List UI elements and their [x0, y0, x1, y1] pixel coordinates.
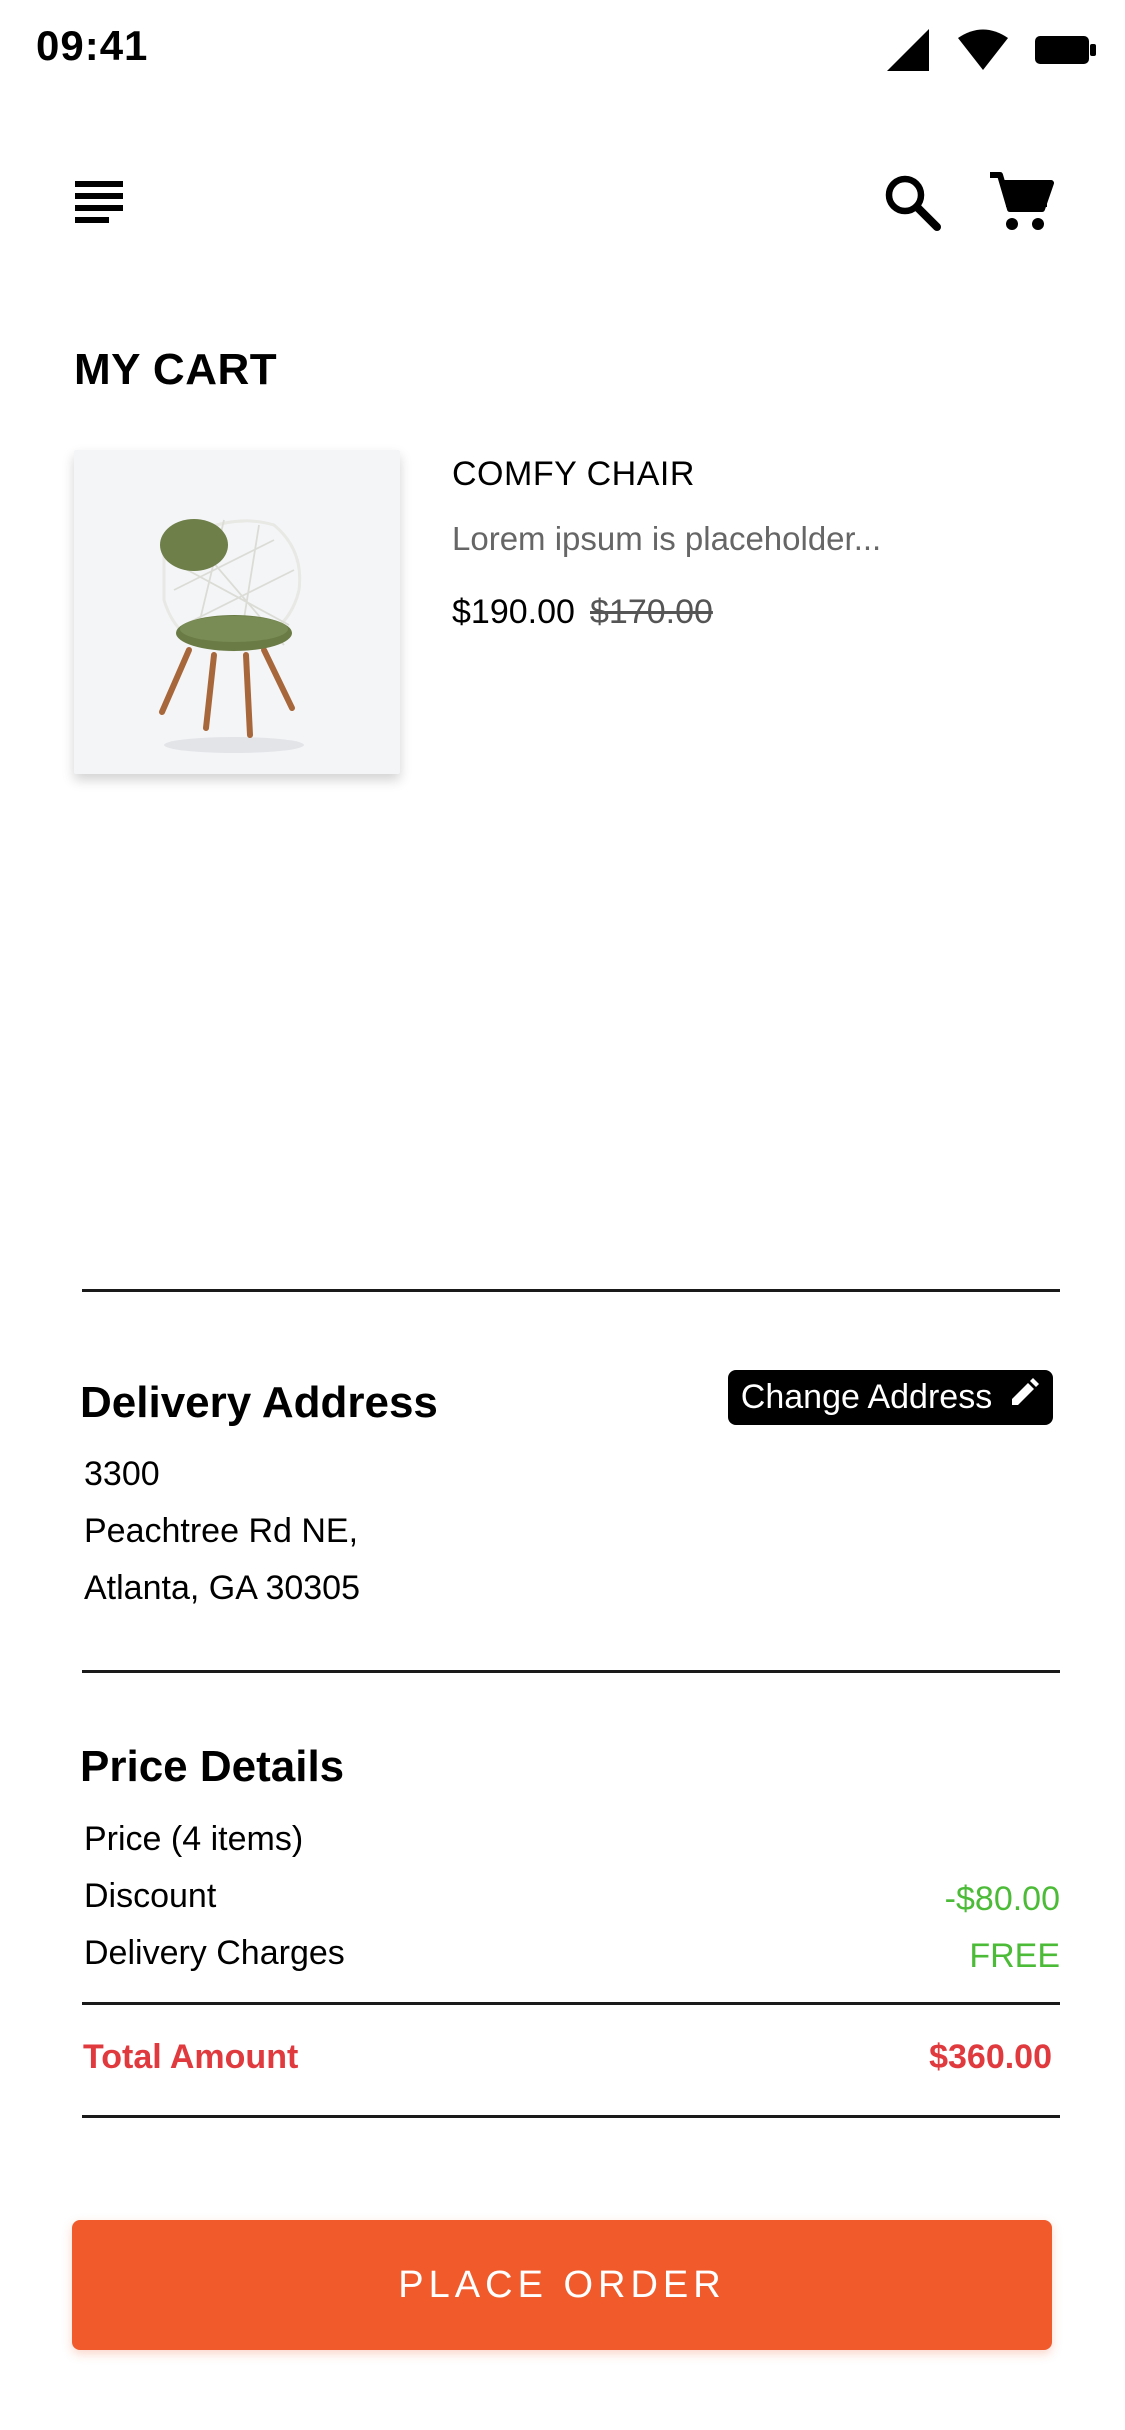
chair-image	[159, 519, 304, 753]
discount-value: -$80.00	[944, 1880, 1060, 1918]
product-price: $190.00	[452, 593, 575, 631]
status-time: 09:41	[36, 22, 149, 69]
change-address-button[interactable]: Change Address	[728, 1370, 1053, 1425]
delivery-charges-value: FREE	[969, 1937, 1060, 1975]
product-description: Lorem ipsum is placeholder...	[452, 520, 882, 557]
wifi-icon	[957, 29, 1009, 76]
signal-icon	[885, 27, 931, 78]
status-icons	[885, 26, 1097, 78]
product-name[interactable]: COMFY CHAIR	[452, 455, 695, 494]
product-image[interactable]	[74, 450, 400, 774]
battery-icon	[1035, 35, 1097, 70]
change-address-label: Change Address	[740, 1378, 993, 1416]
cart-icon[interactable]	[985, 166, 1057, 238]
total-amount-label: Total Amount	[83, 2038, 299, 2076]
page-title: MY CART	[74, 345, 278, 394]
address-line-1: 3300	[84, 1455, 160, 1493]
delivery-address-title: Delivery Address	[80, 1378, 438, 1427]
address-line-2: Peachtree Rd NE,	[84, 1512, 359, 1550]
divider	[82, 2115, 1060, 2118]
place-order-button[interactable]: PLACE ORDER	[72, 2220, 1052, 2350]
divider	[82, 1289, 1060, 1292]
total-amount-value: $360.00	[929, 2038, 1052, 2076]
divider	[82, 1670, 1060, 1673]
price-details-title: Price Details	[80, 1742, 345, 1791]
address-line-3: Atlanta, GA 30305	[84, 1569, 360, 1607]
edit-icon	[1008, 1377, 1040, 1418]
search-icon[interactable]	[880, 170, 944, 234]
divider	[82, 2002, 1060, 2005]
product-original-price: $170.00	[590, 593, 713, 631]
discount-label: Discount	[84, 1877, 217, 1915]
menu-icon[interactable]	[70, 172, 128, 230]
price-items-label: Price (4 items)	[84, 1820, 304, 1858]
delivery-charges-label: Delivery Charges	[84, 1934, 345, 1972]
